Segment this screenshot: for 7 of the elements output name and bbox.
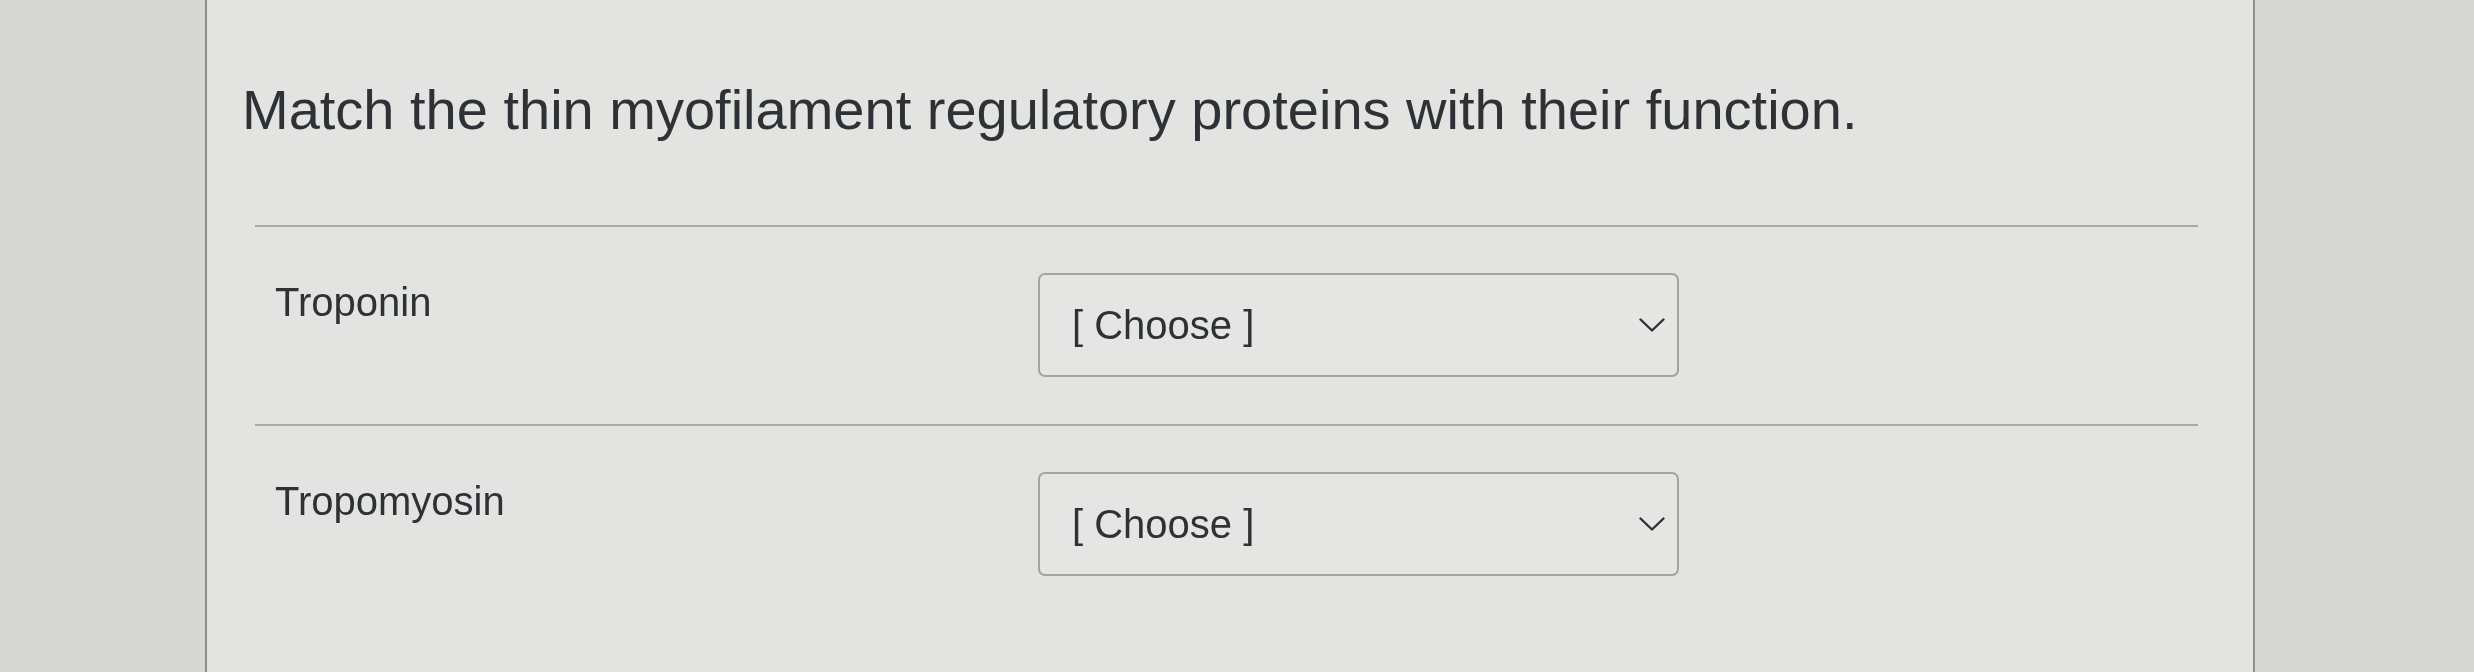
question-prompt: Match the thin myofilament regulatory proteins with their function.: [242, 78, 1858, 143]
term-label: Tropomyosin: [275, 478, 505, 526]
answer-dropdown[interactable]: [ Choose ]: [1038, 273, 1679, 378]
chevron-down-icon: [1639, 517, 1665, 532]
answer-dropdown[interactable]: [ Choose ]: [1038, 472, 1679, 577]
term-label: Troponin: [275, 279, 432, 327]
chevron-down-icon: [1639, 318, 1665, 333]
